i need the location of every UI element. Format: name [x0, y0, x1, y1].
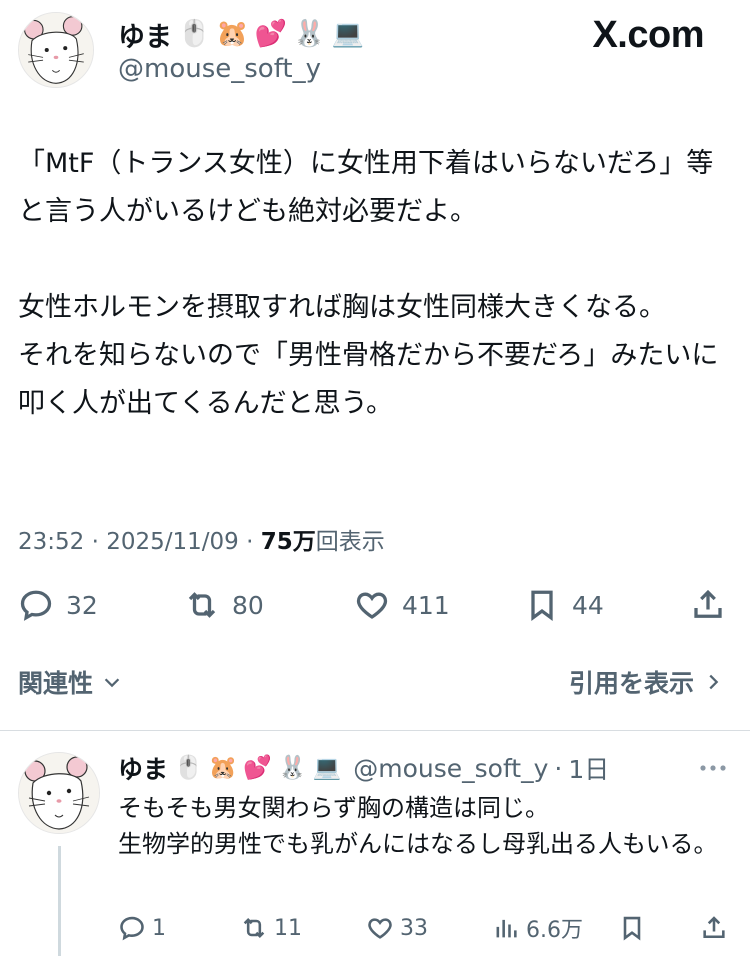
reply-reply-button[interactable]: 1 [118, 908, 166, 948]
bookmark-icon [531, 590, 553, 622]
share-upload-icon [703, 916, 725, 939]
tweet-date[interactable]: 2025/11/09 [106, 529, 239, 555]
reply-button[interactable]: 32 [18, 582, 98, 628]
views-count: 75万 [260, 529, 316, 555]
reply-views-button[interactable]: 6.6万 [492, 908, 583, 948]
like-count: 411 [402, 590, 450, 620]
reply-count: 32 [66, 590, 98, 620]
reply-avatar[interactable] [18, 752, 100, 834]
chevron-down-icon [104, 678, 120, 688]
reply-text: そもそも男女関わらず胸の構造は同じ。 生物学的男性でも乳がんにはなるし母乳出る人… [118, 794, 718, 858]
related-label: 関連性 [18, 669, 94, 698]
tweet-screenshot: ゆま 🖱️ 🐹 💕 🐰 💻 @mouse_soft_y X.com 「MtF（ト… [0, 0, 750, 956]
reply-display-name[interactable]: ゆま [118, 750, 168, 786]
view-quotes-link[interactable]: 引用を表示 [569, 664, 724, 700]
heart-icon [368, 918, 392, 939]
speech-bubble-icon [20, 590, 52, 621]
site-logo: X.com [592, 14, 704, 56]
reply-header: ゆま 🖱️ 🐹 💕 🐰 💻 @mouse_soft_y · 1日 [118, 748, 609, 788]
tweet-text: 「MtF（トランス女性）に女性用下着はいらないだろ」等と言う人がいるけども絶対必… [18, 148, 719, 419]
share-upload-icon [694, 589, 722, 618]
meta-separator: · [554, 753, 563, 783]
heart-icon [356, 592, 388, 619]
more-dots-icon[interactable] [698, 758, 728, 778]
rabbit-emoji-icon: 🐰 [293, 19, 326, 49]
reply-handle[interactable]: @mouse_soft_y [353, 754, 548, 783]
tweet-meta: 23:52 · 2025/11/09 · 75万回表示 [18, 522, 385, 556]
reply-retweet-count: 11 [274, 915, 302, 941]
hearts-emoji-icon: 💕 [254, 19, 288, 49]
share-button[interactable] [690, 582, 726, 628]
speech-bubble-icon [120, 916, 144, 941]
bookmark-count: 44 [572, 590, 604, 620]
bookmark-icon [623, 916, 641, 941]
user-handle[interactable]: @mouse_soft_y [118, 54, 321, 84]
hearts-emoji-icon: 💕 [243, 754, 272, 781]
reply-share-button[interactable] [700, 908, 728, 948]
mouse-emoji-icon: 🖱️ [174, 754, 203, 781]
retweet-button[interactable]: 80 [184, 582, 264, 628]
hamster-emoji-icon: 🐹 [216, 19, 249, 49]
reply-actions: 1 11 33 6.6万 [118, 908, 730, 948]
tweet-actions: 32 80 411 44 [18, 582, 730, 628]
chevron-right-icon [709, 674, 719, 690]
mouse-emoji-icon: 🖱️ [178, 19, 211, 49]
bar-chart-icon [496, 919, 517, 938]
mouse-avatar-icon [19, 13, 93, 87]
mouse-avatar-icon [19, 753, 99, 833]
reply-retweet-button[interactable]: 11 [240, 908, 302, 948]
meta-separator: · [246, 529, 254, 555]
like-button[interactable]: 411 [354, 582, 450, 628]
views-label: 回表示 [315, 529, 385, 555]
reply-reply-count: 1 [152, 915, 166, 941]
retweet-arrows-icon [243, 918, 265, 938]
thread-line [58, 846, 61, 956]
reply-age[interactable]: 1日 [568, 750, 609, 786]
retweet-count: 80 [232, 590, 264, 620]
display-name: ゆま [118, 21, 172, 53]
laptop-emoji-icon: 💻 [312, 754, 342, 781]
related-sort-button[interactable]: 関連性 [18, 664, 123, 700]
laptop-emoji-icon: 💻 [331, 19, 364, 49]
avatar[interactable] [18, 12, 94, 88]
reply-like-button[interactable]: 33 [366, 908, 428, 948]
tweet-time[interactable]: 23:52 [18, 529, 84, 555]
hamster-emoji-icon: 🐹 [208, 754, 238, 781]
reply-bookmark-button[interactable] [618, 908, 646, 948]
reply-like-count: 33 [400, 915, 428, 941]
reply-views-count: 6.6万 [526, 918, 583, 943]
retweet-arrows-icon [188, 592, 216, 618]
rabbit-emoji-icon: 🐰 [277, 754, 307, 781]
display-name-row[interactable]: ゆま 🖱️ 🐹 💕 🐰 💻 [118, 14, 364, 54]
divider [0, 730, 750, 731]
bookmark-button[interactable]: 44 [524, 582, 604, 628]
quotes-label: 引用を表示 [568, 669, 694, 698]
meta-separator: · [91, 529, 99, 555]
